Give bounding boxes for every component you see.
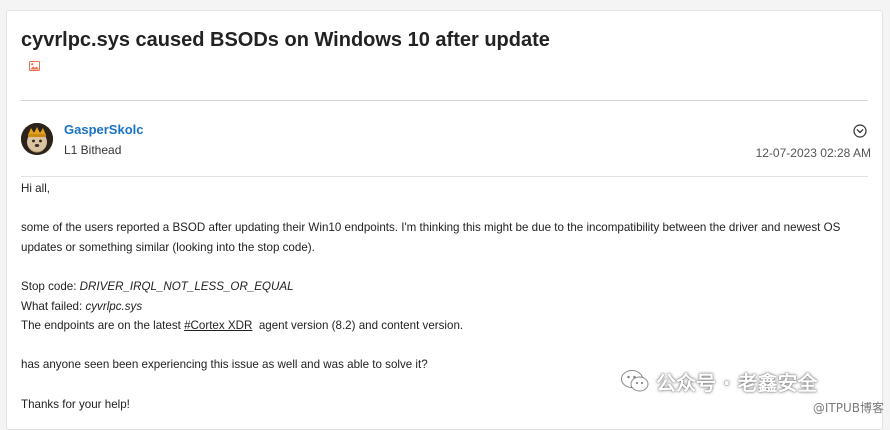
author-name-link[interactable]: GasperSkolc bbox=[64, 122, 144, 137]
what-failed-value: cyvrlpc.sys bbox=[85, 299, 143, 313]
title-divider bbox=[21, 100, 868, 101]
endpoints-suffix: agent version (8.2) and content version. bbox=[252, 319, 464, 333]
endpoints-prefix: The endpoints are on the latest bbox=[21, 319, 185, 333]
thanks-text: Thanks for your help! bbox=[21, 397, 130, 411]
itpub-watermark: @ITPUB博客 bbox=[812, 401, 884, 415]
watermark-text: 公众号 · 老鑫安全 bbox=[656, 370, 818, 395]
post-divider bbox=[21, 176, 868, 177]
cortex-xdr-hashtag-link[interactable]: #Cortex XDR bbox=[184, 319, 252, 332]
what-failed-line: What failed: cyvrlpc.sys bbox=[21, 297, 871, 317]
greeting-text: Hi all, bbox=[21, 182, 50, 195]
stop-code-value: DRIVER_IRQL_NOT_LESS_OR_EQUAL bbox=[79, 279, 294, 293]
thread-title: cyvrlpc.sys caused BSODs on Windows 10 a… bbox=[21, 29, 550, 51]
stop-code-line: Stop code: DRIVER_IRQL_NOT_LESS_OR_EQUAL bbox=[21, 277, 871, 297]
wechat-icon bbox=[621, 370, 649, 392]
author-rank: L1 Bithead bbox=[64, 143, 122, 157]
chevron-circle-down-icon[interactable] bbox=[853, 124, 867, 138]
post-date: 12-07-2023 02:28 AM bbox=[755, 146, 871, 160]
avatar[interactable] bbox=[21, 123, 53, 155]
stop-code-label: Stop code: bbox=[21, 279, 80, 293]
image-icon[interactable] bbox=[29, 61, 40, 71]
body-paragraph: some of the users reported a BSOD after … bbox=[21, 221, 841, 254]
what-failed-label: What failed: bbox=[21, 299, 86, 313]
endpoints-line: The endpoints are on the latest #Cortex … bbox=[21, 316, 871, 336]
wechat-watermark: 公众号 · 老鑫安全 bbox=[620, 366, 818, 396]
